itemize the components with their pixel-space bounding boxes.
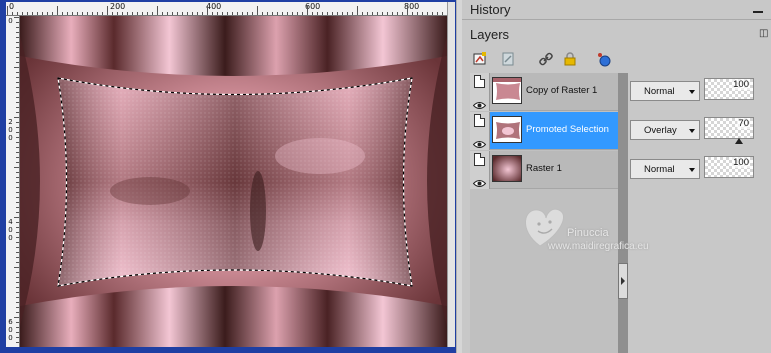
new-vector-layer-icon[interactable] — [498, 49, 518, 69]
watermark-name: Pinuccia — [567, 227, 609, 239]
blend-mode-select[interactable]: Normal — [630, 81, 700, 101]
ruler-v-400-b: 0 — [8, 226, 13, 234]
opacity-control[interactable]: 100 — [704, 156, 754, 178]
layers-title: Layers — [470, 27, 510, 42]
dock-pin-icon[interactable]: ◫ — [759, 29, 769, 39]
layers-toolbar — [470, 49, 630, 69]
layer-name[interactable]: Raster 1 — [526, 163, 562, 174]
dropdown-arrow-icon[interactable] — [689, 129, 695, 133]
layer-row-promoted-selection[interactable]: Promoted Selection — [470, 112, 618, 150]
ruler-v-600-a: 6 — [8, 318, 13, 326]
layer-row-raster-1[interactable]: Raster 1 — [470, 151, 618, 189]
layer-type-icon — [474, 114, 485, 127]
canvas-window: 0 200 400 600 800 0 2 0 0 4 0 0 6 0 0 — [0, 0, 456, 353]
ruler-tick — [7, 6, 8, 15]
dropdown-arrow-icon[interactable] — [689, 168, 695, 172]
ruler-tick — [157, 6, 158, 15]
opacity-value: 100 — [732, 79, 750, 90]
layer-type-icon — [474, 75, 485, 88]
layer-thumbnail — [492, 116, 522, 143]
blend-mode-value: Normal — [644, 164, 675, 175]
layer-thumbnail — [492, 77, 522, 104]
ruler-tick — [57, 6, 58, 15]
blend-mode-value: Normal — [644, 86, 675, 97]
layer-name[interactable]: Copy of Raster 1 — [526, 85, 597, 96]
ruler-v-600-b: 0 — [8, 326, 13, 334]
blend-mode-select[interactable]: Overlay — [630, 120, 700, 140]
dropdown-arrow-icon[interactable] — [689, 90, 695, 94]
ruler-label-400: 400 — [206, 2, 222, 11]
watermark-url: www.maidiregrafica.eu — [548, 241, 649, 252]
ruler-tick — [407, 6, 408, 15]
opacity-control[interactable]: 100 — [704, 78, 754, 100]
layer-name[interactable]: Promoted Selection — [526, 124, 609, 135]
ruler-v-200-b: 0 — [8, 126, 13, 134]
opacity-control[interactable]: 70 — [704, 117, 754, 139]
ruler-tick — [107, 6, 108, 15]
app-window: 0 200 400 600 800 0 2 0 0 4 0 0 6 0 0 Hi… — [0, 0, 771, 353]
ruler-tick — [307, 6, 308, 15]
canvas-vertical-scrollbar[interactable] — [447, 2, 455, 347]
ruler-tick — [207, 6, 208, 15]
ruler-v-200-a: 2 — [8, 118, 13, 126]
layer-thumbnail — [492, 155, 522, 182]
visibility-eye-icon[interactable] — [472, 95, 487, 109]
ruler-label-200: 200 — [110, 2, 126, 11]
history-title[interactable]: History — [470, 2, 510, 17]
link-icon[interactable] — [536, 49, 556, 69]
opacity-value: 70 — [737, 118, 750, 129]
minimize-icon[interactable] — [753, 4, 763, 14]
ruler-v-600-c: 0 — [8, 334, 13, 342]
opacity-slider-thumb[interactable] — [735, 138, 743, 144]
blend-mode-select[interactable]: Normal — [630, 159, 700, 179]
ruler-v-0: 0 — [8, 17, 13, 25]
blend-mode-value: Overlay — [644, 125, 677, 136]
ruler-v-400-c: 0 — [8, 234, 13, 242]
layer-row-copy-of-raster-1[interactable]: Copy of Raster 1 — [470, 73, 618, 111]
ruler-label-0: 0 — [9, 2, 15, 11]
new-raster-layer-icon[interactable] — [470, 49, 490, 69]
layer-props-copy-of-raster-1: Normal 100 — [630, 73, 771, 111]
artwork — [20, 16, 447, 347]
visibility-eye-icon[interactable] — [472, 134, 487, 148]
layers-panel: Layers ◫ Copy of Raster 1 Promoted Selec… — [462, 22, 771, 353]
horizontal-ruler: 0 200 400 600 800 — [6, 2, 447, 16]
layer-type-icon — [474, 153, 485, 166]
visibility-eye-icon[interactable] — [472, 173, 487, 187]
opacity-value: 100 — [732, 157, 750, 168]
splitter-grip-icon[interactable] — [618, 263, 628, 299]
ruler-tick — [257, 6, 258, 15]
layer-style-icon[interactable] — [594, 49, 614, 69]
vertical-ruler: 0 2 0 0 4 0 0 6 0 0 — [6, 16, 20, 347]
ruler-tick — [357, 6, 358, 15]
history-panel: History — [462, 0, 771, 20]
layer-props-raster-1: Normal 100 — [630, 151, 771, 189]
ruler-v-200-c: 0 — [8, 134, 13, 142]
ruler-v-400-a: 4 — [8, 218, 13, 226]
image-canvas[interactable] — [20, 16, 447, 347]
layer-props-promoted-selection: Overlay 70 — [630, 112, 771, 150]
lock-icon[interactable] — [560, 49, 580, 69]
